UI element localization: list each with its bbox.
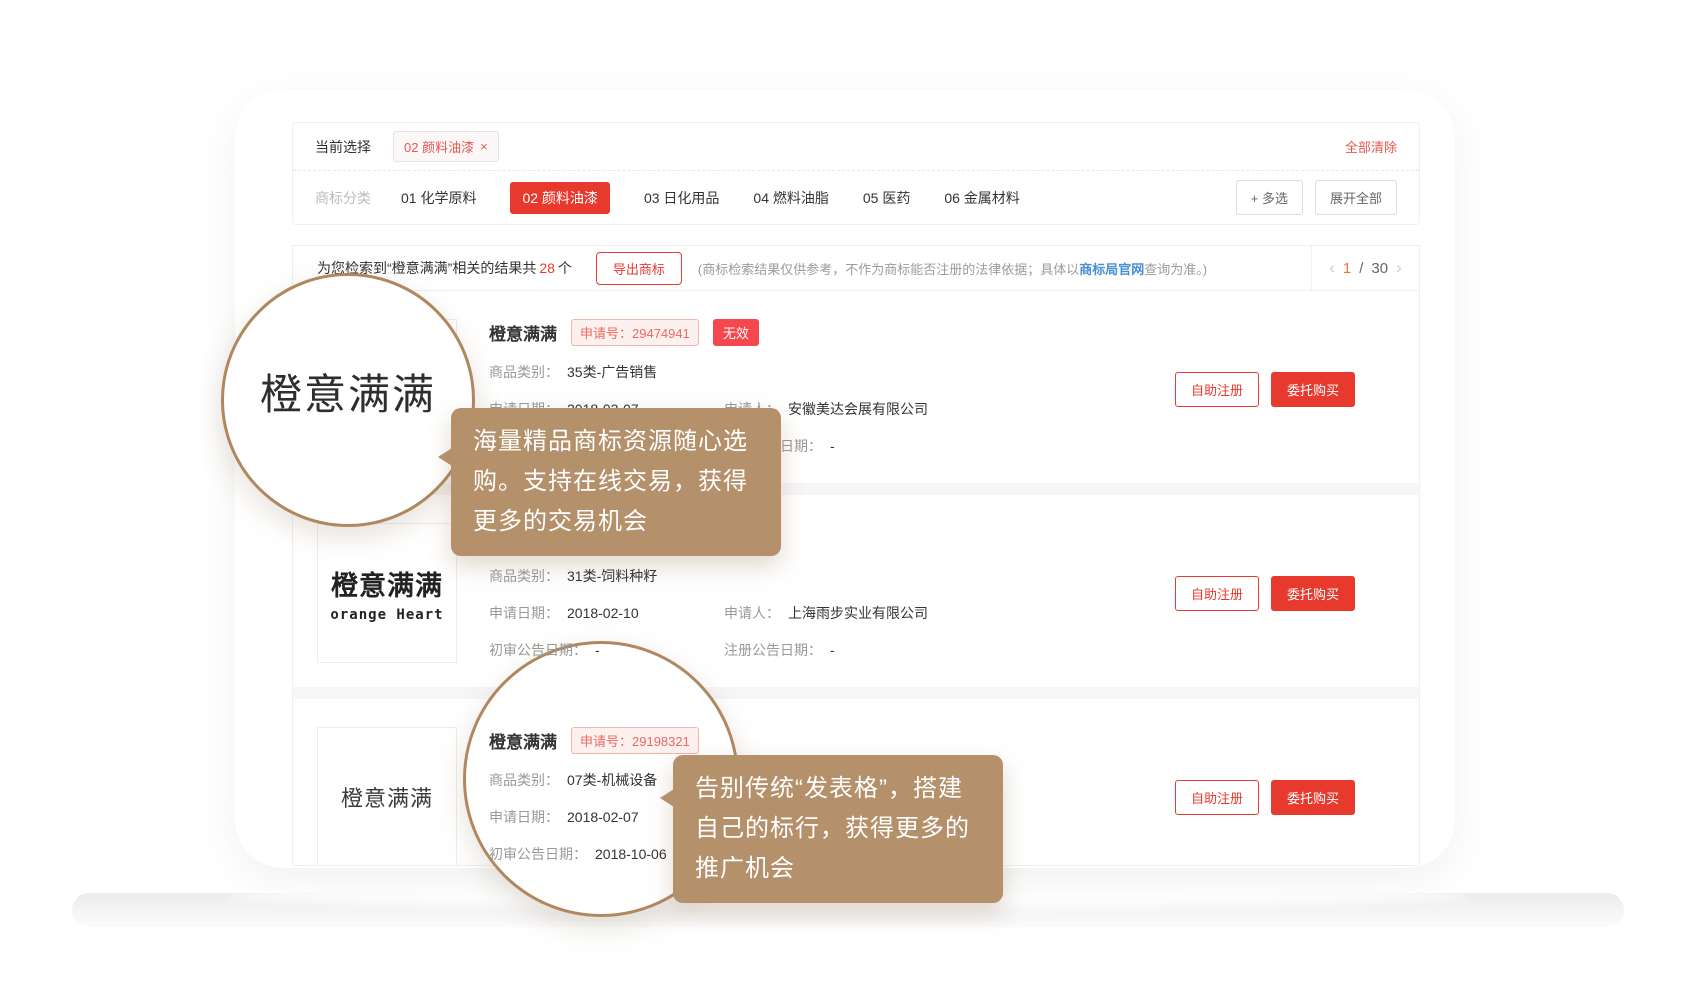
field-value: 35类-广告销售: [567, 362, 657, 383]
self-register-button[interactable]: 自助注册: [1175, 576, 1259, 611]
application-number-tag: 申请号：29474941: [571, 319, 699, 346]
current-page: 1: [1343, 260, 1351, 277]
field-line: 商品类别： 35类-广告销售: [489, 362, 1175, 383]
category-item[interactable]: 03 日化用品: [644, 188, 719, 208]
selected-filter-tag[interactable]: 02 颜料油漆 ×: [393, 131, 499, 162]
field-label: 申请人：: [724, 603, 780, 624]
category-item[interactable]: 02 颜料油漆: [510, 182, 609, 214]
thumbnail-mark-subtext: orange Heart: [330, 607, 443, 623]
field-value: 2018-02-10: [567, 603, 639, 624]
promo-tooltip-marketplace: 海量精品商标资源随心选购。支持在线交易，获得更多的交易机会: [451, 408, 781, 556]
field-value: 07类-机械设备: [567, 770, 657, 791]
field-value: 安徽美达会展有限公司: [788, 399, 928, 420]
results-disclaimer: (商标检索结果仅供参考，不作为商标能否注册的法律依据；具体以商标局官网查询为准。…: [698, 259, 1207, 278]
next-page-icon[interactable]: ›: [1396, 258, 1402, 278]
field-label: 商品类别：: [489, 770, 559, 791]
category-item[interactable]: 06 金属材料: [944, 188, 1019, 208]
entrust-buy-button[interactable]: 委托购买: [1271, 372, 1355, 407]
field-cell: 商品类别： 07类-机械设备: [489, 770, 657, 791]
app-window: 当前选择 02 颜料油漆 × 全部清除 商标分类 01 化学原料02 颜料油漆0…: [235, 90, 1455, 868]
field-line: 商品类别： 31类-饲料种籽: [489, 566, 1175, 587]
trademark-thumbnail[interactable]: 橙意满满 orange Heart: [317, 523, 457, 663]
field-label: 申请日期：: [489, 807, 559, 828]
page: 当前选择 02 颜料油漆 × 全部清除 商标分类 01 化学原料02 颜料油漆0…: [0, 0, 1696, 1002]
category-item[interactable]: 05 医药: [863, 188, 910, 208]
thumbnail-mark-text: 橙意满满: [341, 781, 433, 813]
field-cell: 商品类别： 31类-饲料种籽: [489, 566, 657, 587]
results-header: 为您检索到“橙意满满”相关的结果共28个 导出商标 (商标检索结果仅供参考，不作…: [293, 246, 1419, 291]
entrust-buy-button[interactable]: 委托购买: [1271, 780, 1355, 815]
entrust-buy-button[interactable]: 委托购买: [1271, 576, 1355, 611]
field-cell: 注册公告日期：-: [724, 640, 835, 661]
field-value: -: [830, 436, 835, 457]
promo-tooltip-promotion: 告别传统“发表格”，搭建自己的标行，获得更多的推广机会: [673, 755, 1003, 903]
field-label: 注册公告日期：: [724, 640, 822, 661]
field-cell: 申请日期： 2018-02-10: [489, 603, 724, 624]
clear-all-button[interactable]: 全部清除: [1345, 137, 1397, 156]
row-actions: 自助注册 委托购买: [1175, 372, 1395, 407]
field-cell: 商品类别： 35类-广告销售: [489, 362, 657, 383]
field-label: 初审公告日期：: [489, 844, 587, 865]
page-separator: /: [1359, 260, 1363, 277]
row-actions: 自助注册 委托购买: [1175, 576, 1395, 611]
disclaimer-prefix: (商标检索结果仅供参考，不作为商标能否注册的法律依据；具体以: [698, 262, 1079, 277]
category-item[interactable]: 01 化学原料: [401, 188, 476, 208]
field-label: 商品类别：: [489, 566, 559, 587]
self-register-button[interactable]: 自助注册: [1175, 372, 1259, 407]
filter-card: 当前选择 02 颜料油漆 × 全部清除 商标分类 01 化学原料02 颜料油漆0…: [292, 122, 1420, 225]
category-row: 商标分类 01 化学原料 02 颜料油漆 03 日化用品 04 燃料油脂 05 医药 06…: [293, 170, 1419, 224]
field-value: 2018-10-06: [595, 844, 667, 865]
pagination: ‹ 1 / 30 ›: [1311, 246, 1419, 290]
magnified-trademark-text: 橙意满满: [260, 361, 436, 422]
expand-all-button[interactable]: 展开全部: [1315, 180, 1397, 215]
field-cell: 申请日期： 2018-02-07: [489, 807, 639, 828]
field-cell: 初审公告日期：-: [489, 640, 724, 661]
application-number-tag: 申请号：29198321: [571, 727, 699, 754]
current-selection-row: 当前选择 02 颜料油漆 × 全部清除: [293, 123, 1419, 170]
remove-filter-icon[interactable]: ×: [480, 139, 488, 154]
field-cell: 初审公告日期： 2018-10-06: [489, 844, 667, 865]
selected-filter-tag-text: 02 颜料油漆: [404, 137, 474, 156]
category-list: 01 化学原料 02 颜料油漆 03 日化用品 04 燃料油脂 05 医药 06 金属材料: [401, 182, 1020, 214]
field-label: 申请日期：: [489, 603, 559, 624]
field-label: 商品类别：: [489, 362, 559, 383]
results-summary-suffix: 个: [558, 260, 572, 276]
thumbnail-mark-text: 橙意满满: [331, 564, 443, 603]
current-selection-label: 当前选择: [315, 137, 371, 157]
disclaimer-suffix: 查询为准。): [1144, 262, 1207, 277]
field-label: 初审公告日期：: [489, 640, 587, 661]
total-pages: 30: [1371, 260, 1388, 277]
field-value: 2018-02-07: [567, 807, 639, 828]
prev-page-icon[interactable]: ‹: [1329, 258, 1335, 278]
multi-select-button[interactable]: + 多选: [1236, 180, 1303, 215]
trademark-thumbnail[interactable]: 橙意满满: [317, 727, 457, 866]
trademark-name: 橙意满满: [489, 728, 557, 753]
field-value: -: [595, 640, 600, 661]
magnifier-circle-trademark: 橙意满满: [221, 273, 475, 527]
trademark-title-line: 橙意满满 申请号：29474941 无效: [489, 319, 1175, 346]
field-cell: 申请人： 上海雨步实业有限公司: [724, 603, 928, 624]
field-value: -: [830, 640, 835, 661]
trademark-name: 橙意满满: [489, 320, 557, 345]
category-actions: + 多选 展开全部: [1236, 180, 1397, 215]
row-actions: 自助注册 委托购买: [1175, 780, 1395, 815]
trademark-office-link[interactable]: 商标局官网: [1079, 262, 1144, 277]
field-value: 31类-饲料种籽: [567, 566, 657, 587]
category-item[interactable]: 04 燃料油脂: [753, 188, 828, 208]
export-trademarks-button[interactable]: 导出商标: [596, 252, 682, 285]
results-count: 28: [536, 260, 558, 276]
field-value: 上海雨步实业有限公司: [788, 603, 928, 624]
field-line: 申请日期： 2018-02-10 申请人： 上海雨步实业有限公司: [489, 603, 1175, 624]
self-register-button[interactable]: 自助注册: [1175, 780, 1259, 815]
status-badge: 无效: [713, 319, 759, 346]
trademark-title-line: 橙意满满 申请号：29198321: [489, 727, 1175, 754]
field-line: 初审公告日期：-注册公告日期：-: [489, 640, 1175, 661]
category-row-label: 商标分类: [315, 188, 371, 208]
